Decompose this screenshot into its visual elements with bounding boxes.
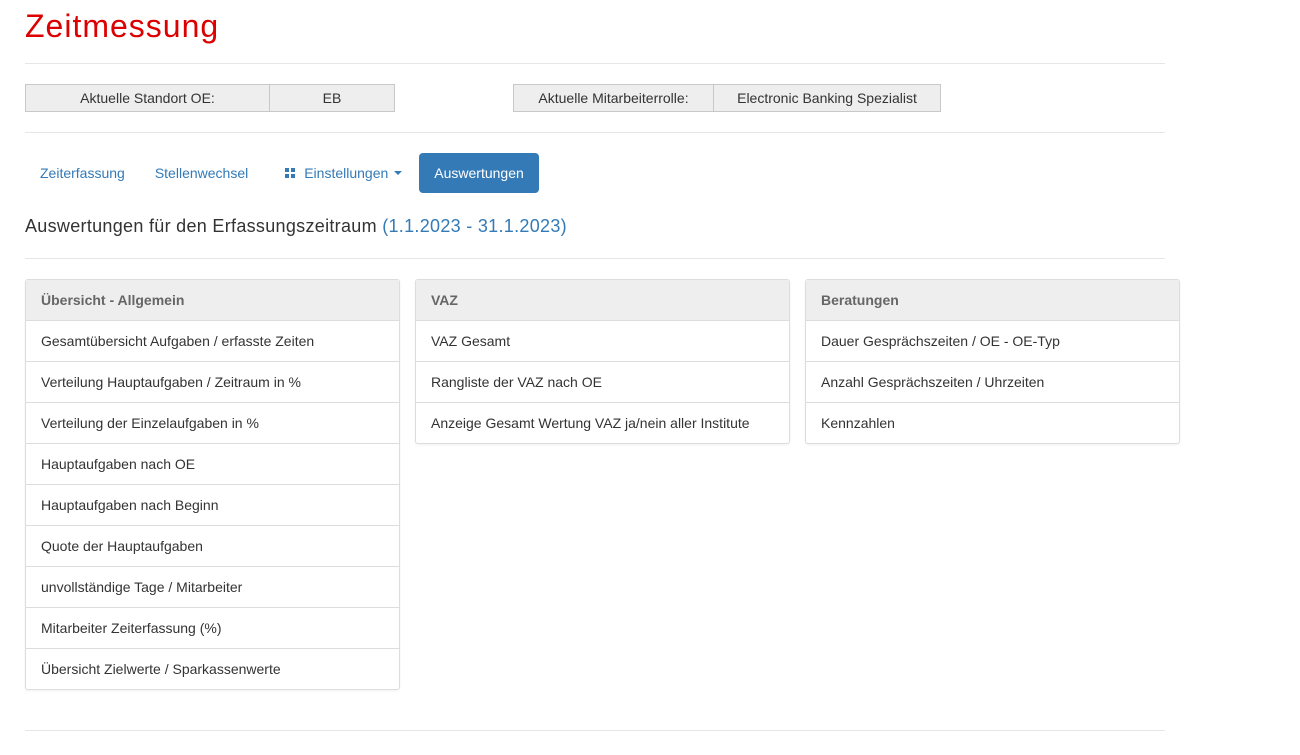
standort-label: Aktuelle Standort OE:	[80, 90, 215, 106]
list-item[interactable]: Anzeige Gesamt Wertung VAZ ja/nein aller…	[416, 403, 789, 443]
list-item[interactable]: Dauer Gesprächszeiten / OE - OE-Typ	[806, 321, 1179, 362]
nav-auswertungen[interactable]: Auswertungen	[419, 153, 539, 193]
list-item[interactable]: Verteilung Hauptaufgaben / Zeitraum in %	[26, 362, 399, 403]
list-item[interactable]: Rangliste der VAZ nach OE	[416, 362, 789, 403]
nav-stellenwechsel[interactable]: Stellenwechsel	[140, 153, 263, 193]
panel-title: VAZ	[416, 280, 789, 321]
list-item[interactable]: Kennzahlen	[806, 403, 1179, 443]
caret-down-icon	[394, 171, 403, 175]
nav-einstellungen-label: Einstellungen	[304, 165, 389, 181]
panel-title: Übersicht - Allgemein	[26, 280, 399, 321]
list-item[interactable]: Hauptaufgaben nach OE	[26, 444, 399, 485]
panel-uebersicht: Übersicht - Allgemein Gesamtübersicht Au…	[25, 279, 400, 690]
panel-title: Beratungen	[806, 280, 1179, 321]
section-heading-text: Auswertungen für den Erfassungszeitraum	[25, 216, 377, 236]
page-title: Zeitmessung	[25, 8, 220, 44]
list-item[interactable]: Hauptaufgaben nach Beginn	[26, 485, 399, 526]
list-item[interactable]: Gesamtübersicht Aufgaben / erfasste Zeit…	[26, 321, 399, 362]
nav-zeiterfassung[interactable]: Zeiterfassung	[25, 153, 140, 193]
rolle-info: Aktuelle Mitarbeiterrolle: Electronic Ba…	[513, 84, 941, 112]
divider	[25, 730, 1165, 731]
list-item[interactable]: VAZ Gesamt	[416, 321, 789, 362]
list-item[interactable]: Quote der Hauptaufgaben	[26, 526, 399, 567]
list-item[interactable]: unvollständige Tage / Mitarbeiter	[26, 567, 399, 608]
main-nav: Zeiterfassung Stellenwechsel Einstellung…	[25, 153, 539, 193]
section-heading: Auswertungen für den Erfassungszeitraum …	[25, 216, 567, 237]
panel-vaz: VAZ VAZ Gesamt Rangliste der VAZ nach OE…	[415, 279, 790, 444]
list-item[interactable]: Mitarbeiter Zeiterfassung (%)	[26, 608, 399, 649]
grid-icon	[285, 168, 296, 178]
rolle-label: Aktuelle Mitarbeiterrolle:	[538, 90, 689, 106]
nav-einstellungen[interactable]: Einstellungen	[270, 153, 417, 193]
panel-beratungen: Beratungen Dauer Gesprächszeiten / OE - …	[805, 279, 1180, 444]
divider	[25, 63, 1165, 64]
divider	[25, 132, 1165, 133]
divider	[25, 258, 1165, 259]
list-item[interactable]: Anzahl Gesprächszeiten / Uhrzeiten	[806, 362, 1179, 403]
list-item[interactable]: Übersicht Zielwerte / Sparkassenwerte	[26, 649, 399, 689]
list-item[interactable]: Verteilung der Einzelaufgaben in %	[26, 403, 399, 444]
period-range: (1.1.2023 - 31.1.2023)	[382, 216, 567, 236]
rolle-value: Electronic Banking Spezialist	[713, 85, 940, 111]
standort-value: EB	[269, 85, 394, 111]
standort-info: Aktuelle Standort OE: EB	[25, 84, 395, 112]
